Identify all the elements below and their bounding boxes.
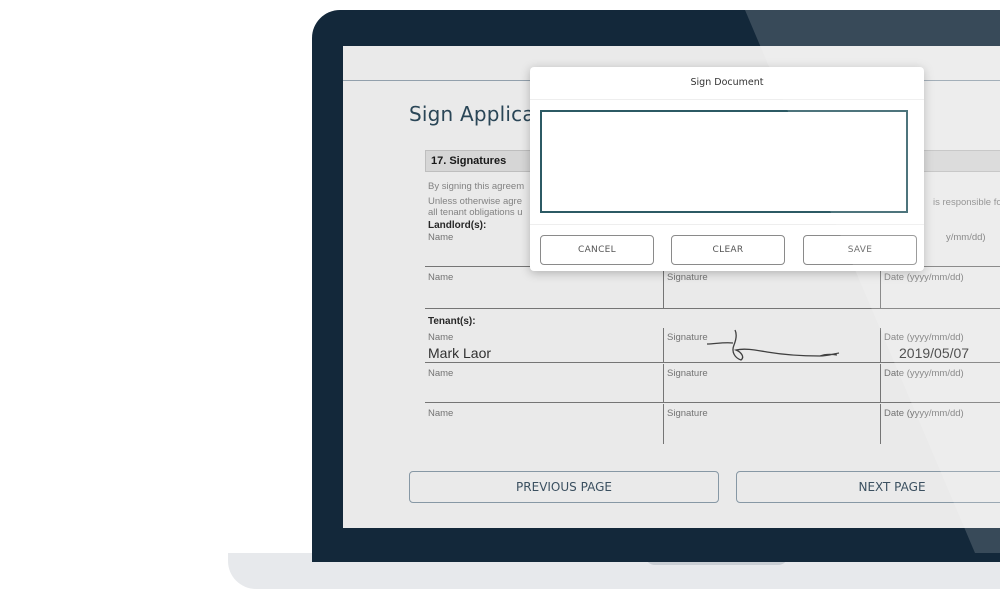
landlord2-signature-label[interactable]: Signature xyxy=(667,272,708,283)
col-divider xyxy=(663,364,664,402)
previous-page-button[interactable]: PREVIOUS PAGE xyxy=(409,471,719,503)
agreement-text: By signing this agreem xyxy=(428,181,525,192)
dialog-title: Sign Document xyxy=(690,77,764,88)
landlords-label: Landlord(s): xyxy=(428,220,487,231)
row-divider xyxy=(425,362,1000,363)
tenant1-date-value: 2019/05/07 xyxy=(899,345,970,361)
row-divider xyxy=(425,308,1000,309)
landlord2-name-label: Name xyxy=(428,272,454,283)
col-divider xyxy=(880,364,881,402)
tenants-label: Tenant(s): xyxy=(428,316,476,327)
landlord2-date-label: Date (yyyy/mm/dd) xyxy=(884,272,964,283)
tenant2-signature-label[interactable]: Signature xyxy=(667,368,708,379)
col-divider xyxy=(880,328,881,362)
tenant1-date-label: Date (yyyy/mm/dd) xyxy=(884,332,964,343)
col-divider xyxy=(880,404,881,444)
obligation-text-fragment: is responsible fo xyxy=(933,197,1000,208)
tenant3-name-label: Name xyxy=(428,408,454,419)
tenant2-date-label: Date (yyyy/mm/dd) xyxy=(884,368,964,379)
row-divider xyxy=(425,402,1000,403)
col-divider xyxy=(663,268,664,308)
dialog-header-divider xyxy=(530,99,924,100)
cancel-button[interactable]: CANCEL xyxy=(540,235,654,265)
clear-button[interactable]: CLEAR xyxy=(671,235,785,265)
tenant1-signature-label: Signature xyxy=(667,332,708,343)
save-button[interactable]: SAVE xyxy=(803,235,917,265)
landlord1-date-label: y/mm/dd) xyxy=(946,232,986,243)
col-divider xyxy=(880,268,881,308)
col-divider xyxy=(663,328,664,362)
obligation-text-line1: Unless otherwise agre xyxy=(428,196,522,207)
tenant1-name-label: Name xyxy=(428,332,454,343)
tenant1-signature-image xyxy=(706,329,840,361)
tenant3-date-label: Date (yyyy/mm/dd) xyxy=(884,408,964,419)
obligation-text-line2: all tenant obligations u xyxy=(428,207,523,218)
col-divider xyxy=(663,404,664,444)
tenant1-name-value: Mark Laor xyxy=(428,345,492,361)
dialog-footer-divider xyxy=(530,224,924,225)
tenant2-name-label: Name xyxy=(428,368,454,379)
landlord1-name-label: Name xyxy=(428,232,454,243)
next-page-button[interactable]: NEXT PAGE xyxy=(736,471,1000,503)
sign-document-dialog: Sign Document CANCEL CLEAR SAVE xyxy=(530,67,924,271)
signature-pad[interactable] xyxy=(540,110,908,213)
tenant3-signature-label[interactable]: Signature xyxy=(667,408,708,419)
